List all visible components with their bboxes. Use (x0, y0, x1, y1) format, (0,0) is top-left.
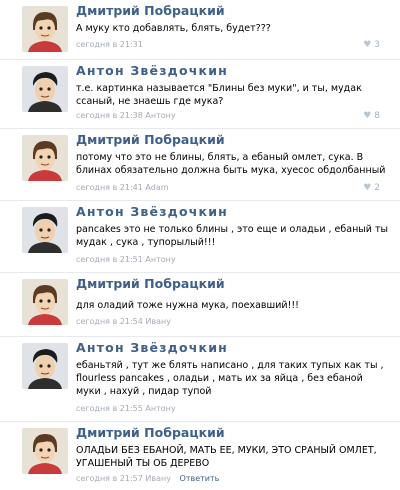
reply-button[interactable]: Ответить (180, 474, 220, 483)
avatar[interactable] (22, 207, 68, 253)
comment-text: т.е. картинка называется "Блины без муки… (76, 83, 362, 107)
comment-text: pancakes это не только блины , это еще и… (76, 224, 389, 248)
avatar-dmitry-image (22, 135, 68, 181)
reply-mention-link[interactable]: Антону (145, 255, 175, 264)
comment-meta: сегодня в 21:51 Антону (76, 255, 176, 264)
avatar[interactable] (22, 343, 68, 389)
avatar[interactable] (22, 6, 68, 52)
avatar[interactable] (22, 66, 68, 112)
like-button[interactable]: ♥ 8 (363, 111, 380, 121)
comment-meta: сегодня в 21:38 Антону (76, 111, 176, 120)
comment-item: Дмитрий Побрацкий ОЛАДЬИ БЕЗ ЕБАНОЙ, МАТ… (0, 422, 400, 490)
heart-icon: ♥ (363, 111, 372, 121)
comment-timestamp[interactable]: сегодня в 21:55 (76, 404, 143, 413)
like-button[interactable]: ♥ 3 (363, 40, 380, 50)
comment-timestamp[interactable]: сегодня в 21:41 (76, 183, 143, 192)
comment-text: для оладий тоже нужна мука, поехавший!!! (76, 300, 299, 311)
reply-mention-link[interactable]: Антону (145, 404, 175, 413)
reply-mention-link[interactable]: Adam (145, 183, 168, 192)
comment-meta: сегодня в 21:31 (76, 40, 143, 49)
avatar[interactable] (22, 135, 68, 181)
comment-author-link[interactable]: Дмитрий Побрацкий (76, 425, 225, 440)
comment-timestamp[interactable]: сегодня в 21:38 (76, 111, 143, 120)
avatar[interactable] (22, 428, 68, 474)
comment-timestamp[interactable]: сегодня в 21:57 (76, 474, 143, 483)
comment-meta: сегодня в 21:41 Adam (76, 183, 169, 192)
heart-icon: ♥ (363, 183, 372, 193)
comment-author-link[interactable]: Антон Звёздочкин (76, 204, 228, 219)
comment-text: А муку кто добавлять, блять, будет??? (76, 23, 271, 34)
comment-text: ебаньтяй , тут же блять написано , для т… (76, 360, 384, 397)
comment-text: ОЛАДЬИ БЕЗ ЕБАНОЙ, МАТЬ ЕЕ, МУКИ, ЭТО СР… (76, 445, 377, 469)
comment-author-link[interactable]: Дмитрий Побрацкий (76, 276, 225, 291)
heart-icon: ♥ (363, 40, 372, 50)
comment-meta: сегодня в 21:57 Ивану Ответить (76, 474, 219, 483)
like-count: 8 (374, 111, 380, 121)
avatar[interactable] (22, 279, 68, 325)
avatar-anton-image (22, 66, 68, 112)
comment-item: Антон Звёздочкин т.е. картинка называетс… (0, 60, 400, 129)
comment-item: Антон Звёздочкин ебаньтяй , тут же блять… (0, 337, 400, 422)
comment-text: потому что это не блины, блять, а ебаный… (76, 152, 386, 176)
comment-item: Дмитрий Побрацкий потому что это не блин… (0, 129, 400, 201)
comment-author-link[interactable]: Дмитрий Побрацкий (76, 3, 225, 18)
reply-mention-link[interactable]: Ивану (145, 474, 171, 483)
avatar-dmitry-image (22, 279, 68, 325)
avatar-anton-image (22, 207, 68, 253)
avatar-anton-image (22, 343, 68, 389)
reply-mention-link[interactable]: Ивану (145, 317, 171, 326)
comment-author-link[interactable]: Антон Звёздочкин (76, 340, 228, 355)
reply-mention-link[interactable]: Антону (145, 111, 175, 120)
comment-timestamp[interactable]: сегодня в 21:54 (76, 317, 143, 326)
like-button[interactable]: ♥ 2 (363, 183, 380, 193)
like-count: 3 (374, 40, 380, 50)
comment-timestamp[interactable]: сегодня в 21:51 (76, 255, 143, 264)
comment-item: Дмитрий Побрацкий для оладий тоже нужна … (0, 273, 400, 337)
comment-author-link[interactable]: Антон Звёздочкин (76, 63, 228, 78)
comment-author-link[interactable]: Дмитрий Побрацкий (76, 132, 225, 147)
comment-meta: сегодня в 21:54 Ивану (76, 317, 171, 326)
comment-meta: сегодня в 21:55 Антону (76, 404, 176, 413)
comment-feed: Дмитрий Побрацкий А муку кто добавлять, … (0, 0, 400, 490)
comment-timestamp[interactable]: сегодня в 21:31 (76, 40, 143, 49)
like-count: 2 (374, 183, 380, 193)
comment-item: Дмитрий Побрацкий А муку кто добавлять, … (0, 0, 400, 60)
comment-item: Антон Звёздочкин pancakes это не только … (0, 201, 400, 273)
avatar-dmitry-image (22, 428, 68, 474)
avatar-dmitry-image (22, 6, 68, 52)
